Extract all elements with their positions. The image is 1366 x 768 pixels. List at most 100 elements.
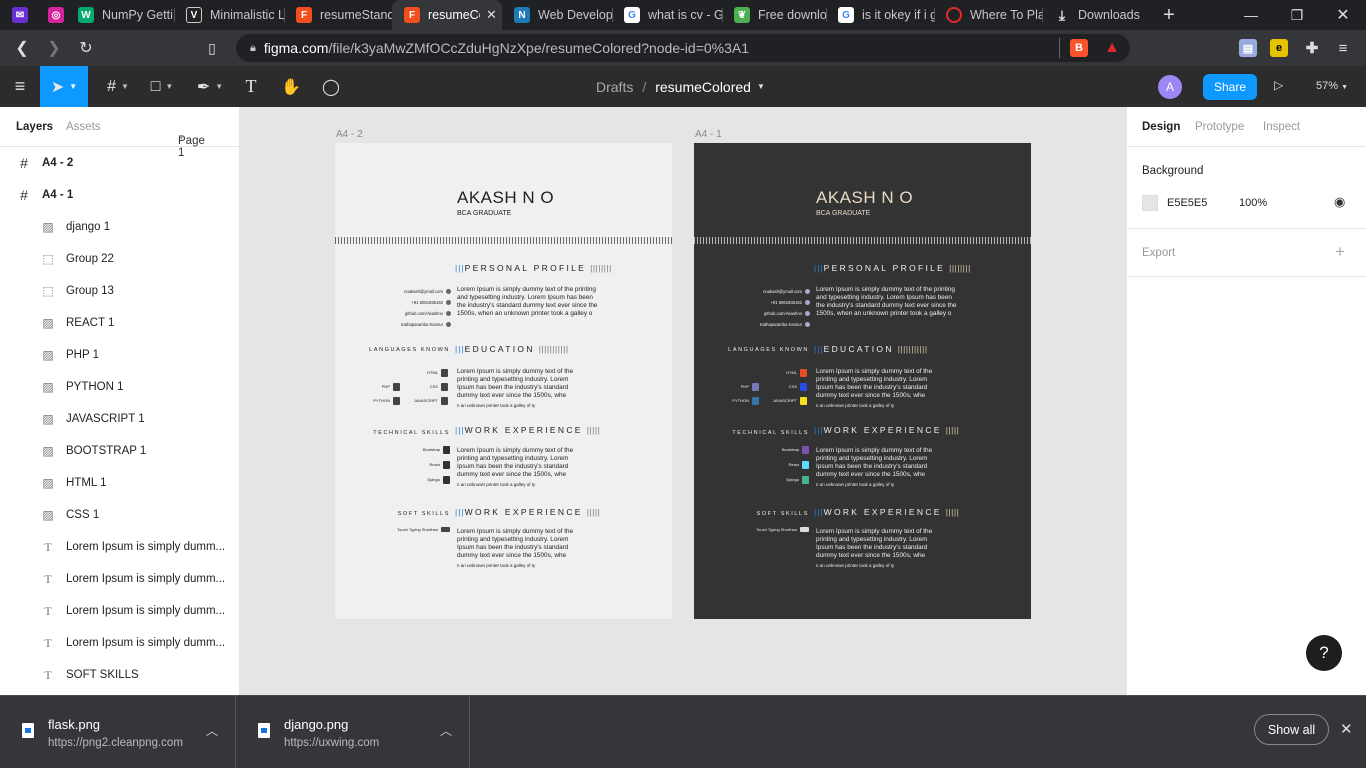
layer-row[interactable]: T Lorem Ipsum is simply dumm... (0, 595, 239, 627)
tab-downloads[interactable]: ⤓ Downloads (1042, 0, 1152, 30)
share-button[interactable]: Share (1203, 74, 1257, 100)
breadcrumb-folder[interactable]: Drafts (596, 79, 633, 95)
file-name[interactable]: resumeColored (655, 79, 751, 95)
brave-shield-icon[interactable]: B (1070, 39, 1088, 57)
tab-web-develop[interactable]: N Web Develop (502, 0, 612, 30)
show-all-button[interactable]: Show all (1254, 714, 1329, 745)
contact-text: github.com/Akashno (405, 311, 443, 316)
main-menu-icon[interactable]: ≡ (0, 66, 40, 107)
downloads-shelf: flask.png https://png2.cleanpng.com ︿ dj… (0, 695, 1366, 768)
layer-row[interactable]: ▨ PYTHON 1 (0, 371, 239, 403)
chevron-up-icon[interactable]: ︿ (206, 722, 218, 739)
eye-icon[interactable]: ◉ (1334, 194, 1345, 210)
resume-subtitle: BCA GRADUATE (457, 210, 512, 217)
bookmark-icon[interactable]: ▯ (200, 36, 224, 60)
section-heading: |||PERSONAL PROFILE |||||||| (455, 263, 612, 273)
brave-rewards-icon[interactable]: ▲ (1103, 39, 1121, 57)
n-icon: N (514, 7, 530, 23)
address-bar[interactable]: 🔒︎ figma.com /file/k3yaMwZMfOCcZduHgNzXp… (236, 34, 1130, 62)
frame-label-a4-2[interactable]: A4 - 2 (336, 129, 363, 140)
minimize-button[interactable]: — (1228, 0, 1274, 30)
back-icon[interactable]: ❮ (10, 36, 34, 60)
tab-design[interactable]: Design (1142, 121, 1180, 133)
resume-frame-light[interactable]: AKASH N O BCA GRADUATE |||PERSONAL PROFILE… (335, 143, 672, 619)
pen-tool-button[interactable]: ✒ ▼ (190, 66, 230, 107)
tab-layers[interactable]: Layers (16, 121, 53, 133)
layer-row[interactable]: ▨ HTML 1 (0, 467, 239, 499)
tab-resume-colored[interactable]: FresumeCo ✕ (392, 0, 502, 30)
extensions-puzzle-icon[interactable]: ✚ (1303, 39, 1321, 57)
hand-tool-button[interactable]: ✋ (276, 66, 306, 107)
reader-extension-icon[interactable]: ▤ (1239, 39, 1257, 57)
close-window-button[interactable]: ✕ (1320, 0, 1366, 30)
tab-inspect[interactable]: Inspect (1263, 121, 1300, 133)
layer-row[interactable]: ⬚ Group 13 (0, 275, 239, 307)
close-shelf-icon[interactable]: ✕ (1340, 720, 1353, 738)
tab-prototype[interactable]: Prototype (1195, 121, 1244, 133)
divider-hatch (694, 237, 1031, 244)
chevron-up-icon[interactable]: ︿ (440, 722, 452, 739)
tab-where-to-play[interactable]: Where To Pla (934, 0, 1042, 30)
side-label-technical: TECHNICAL SKILLS (732, 430, 809, 436)
contact-text: noakash@ymail.com (404, 289, 443, 294)
soft-skill-item: Touch Typing Shorthan (734, 527, 809, 533)
avatar[interactable]: A (1158, 75, 1182, 99)
tab-mail[interactable]: ✉ (0, 0, 36, 30)
tab-what-is-cv[interactable]: Gwhat is cv - G (612, 0, 722, 30)
background-opacity[interactable]: 100% (1239, 197, 1267, 209)
tab-resume-standard[interactable]: FresumeStand (284, 0, 392, 30)
layer-row[interactable]: ▨ django 1 (0, 211, 239, 243)
layer-row[interactable]: ▨ REACT 1 (0, 307, 239, 339)
background-swatch[interactable] (1142, 195, 1158, 211)
close-tab-icon[interactable]: ✕ (486, 7, 497, 23)
zoom-dropdown[interactable]: 57% ▼ (1316, 80, 1348, 92)
new-tab-button[interactable]: + (1146, 0, 1192, 30)
restore-button[interactable]: ❐ (1274, 0, 1320, 30)
present-play-icon[interactable]: ▷ (1274, 78, 1283, 92)
frame-tool-button[interactable]: # ▼ (98, 66, 138, 107)
language-label: HTML (427, 370, 438, 376)
download-item[interactable]: django.png https://uxwing.com ︿ (236, 696, 470, 768)
comment-tool-button[interactable]: ◯ (316, 66, 346, 107)
layer-row[interactable]: ▨ PHP 1 (0, 339, 239, 371)
layer-row[interactable]: T Lorem Ipsum is simply dumm... (0, 531, 239, 563)
layer-row[interactable]: T SOFT SKILLS (0, 659, 239, 691)
chevron-down-icon[interactable]: ▼ (757, 82, 765, 91)
tab-minimalistic[interactable]: V Minimalistic L (174, 0, 284, 30)
section-trail-bars: ||||||||||| (897, 344, 928, 354)
keyboard-icon (800, 527, 809, 533)
help-button[interactable]: ? (1306, 635, 1342, 671)
text-tool-button[interactable]: T (236, 66, 266, 107)
language-label: JAVASCRIPT (413, 398, 438, 404)
ie-extension-icon[interactable]: e (1270, 39, 1288, 57)
lorem-block: Lorem Ipsum is simply dummy text of the … (457, 528, 574, 559)
tech-icon (802, 476, 809, 484)
layer-row[interactable]: ▨ CSS 1 (0, 499, 239, 531)
contact-row: noakash@ymail.com (375, 286, 451, 297)
layer-row[interactable]: ⬚ Group 22 (0, 243, 239, 275)
layer-row[interactable]: # A4 - 2 (0, 147, 239, 179)
layer-row[interactable]: # A4 - 1 (0, 179, 239, 211)
tab-assets[interactable]: Assets (66, 121, 101, 133)
background-hex[interactable]: E5E5E5 (1167, 197, 1207, 209)
canvas[interactable]: A4 - 2 A4 - 1 AKASH N O BCA GRADUATE |||PE… (240, 107, 1126, 695)
download-item[interactable]: flask.png https://png2.cleanpng.com ︿ (0, 696, 236, 768)
tab-instagram[interactable]: ◎ (36, 0, 66, 30)
resume-frame-dark[interactable]: AKASH N O BCA GRADUATE |||PERSONAL PROFILE… (694, 143, 1031, 619)
download-source: https://png2.cleanpng.com (48, 737, 183, 749)
browser-menu-icon[interactable]: ≡ (1334, 39, 1352, 57)
layer-row[interactable]: T Lorem Ipsum is simply dumm... (0, 563, 239, 595)
layer-row[interactable]: T Lorem Ipsum is simply dumm... (0, 627, 239, 659)
layer-row[interactable]: ▨ JAVASCRIPT 1 (0, 403, 239, 435)
reload-icon[interactable]: ↻ (74, 36, 98, 60)
tab-numpy[interactable]: W NumPy Getti (66, 0, 174, 30)
shape-tool-button[interactable]: □ ▼ (142, 66, 182, 107)
frame-label-a4-1[interactable]: A4 - 1 (695, 129, 722, 140)
layer-row[interactable]: ▨ BOOTSTRAP 1 (0, 435, 239, 467)
forward-icon[interactable]: ❯ (42, 36, 66, 60)
tab-free-download[interactable]: ❦Free downloa (722, 0, 826, 30)
tab-is-it-okey[interactable]: Gis it okey if i g (826, 0, 934, 30)
add-export-icon[interactable]: + (1335, 242, 1345, 262)
tech-item: Bootstrap (395, 446, 450, 454)
move-tool-button[interactable]: ➤ ▼ (40, 66, 88, 107)
